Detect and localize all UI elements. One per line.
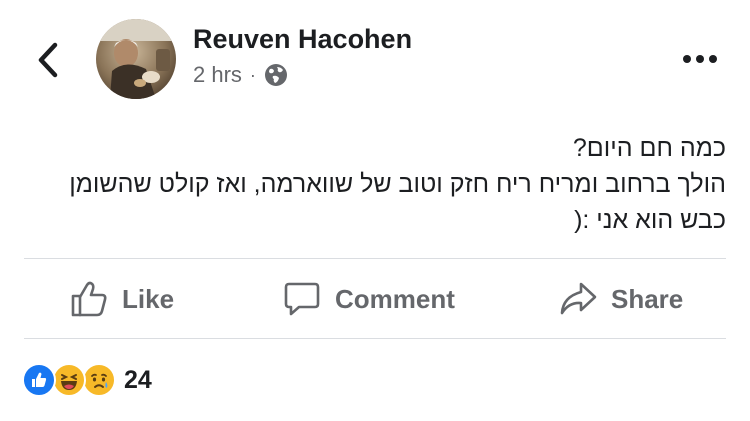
like-button[interactable]: Like xyxy=(70,260,174,338)
share-label: Share xyxy=(611,283,684,314)
meta-separator: · xyxy=(249,64,256,85)
post-text-line: הולך ברחוב ומריח ריח חזק וטוב של שווארמה… xyxy=(69,170,726,198)
more-horizontal-icon xyxy=(683,55,717,63)
like-label: Like xyxy=(122,283,175,314)
haha-reaction-icon xyxy=(52,363,86,397)
divider-top xyxy=(24,258,726,259)
post-text-line: כבש הוא אני :( xyxy=(574,206,726,234)
back-button[interactable] xyxy=(30,38,66,82)
share-icon xyxy=(560,282,597,315)
comment-label: Comment xyxy=(335,283,455,314)
avatar[interactable] xyxy=(96,19,176,99)
post-timestamp[interactable]: 2 hrs xyxy=(193,62,242,88)
more-options-button[interactable] xyxy=(680,44,720,74)
reaction-count[interactable]: 24 xyxy=(124,366,152,395)
share-button[interactable]: Share xyxy=(559,260,683,338)
sad-reaction-icon xyxy=(82,363,116,397)
thumbs-up-icon xyxy=(71,281,107,317)
post-text-line: כמה חם היום? xyxy=(572,134,726,162)
profile-photo xyxy=(96,19,176,99)
globe-icon[interactable] xyxy=(264,63,288,87)
author-name[interactable]: Reuven Hacohen xyxy=(193,24,412,55)
post-view: Reuven Hacohen 2 hrs · כמה חם היום? הולך… xyxy=(0,0,750,421)
divider-bottom xyxy=(24,338,726,339)
chevron-left-icon xyxy=(38,42,58,78)
comment-icon xyxy=(284,282,320,316)
like-reaction-icon xyxy=(22,363,56,397)
reactions-summary[interactable]: 24 xyxy=(22,363,152,397)
post-text: כמה חם היום? הולך ברחוב ומריח ריח חזק וט… xyxy=(26,130,726,238)
post-meta: 2 hrs · xyxy=(193,60,288,90)
action-bar: Like Comment Share xyxy=(24,260,726,338)
comment-button[interactable]: Comment xyxy=(283,260,455,338)
